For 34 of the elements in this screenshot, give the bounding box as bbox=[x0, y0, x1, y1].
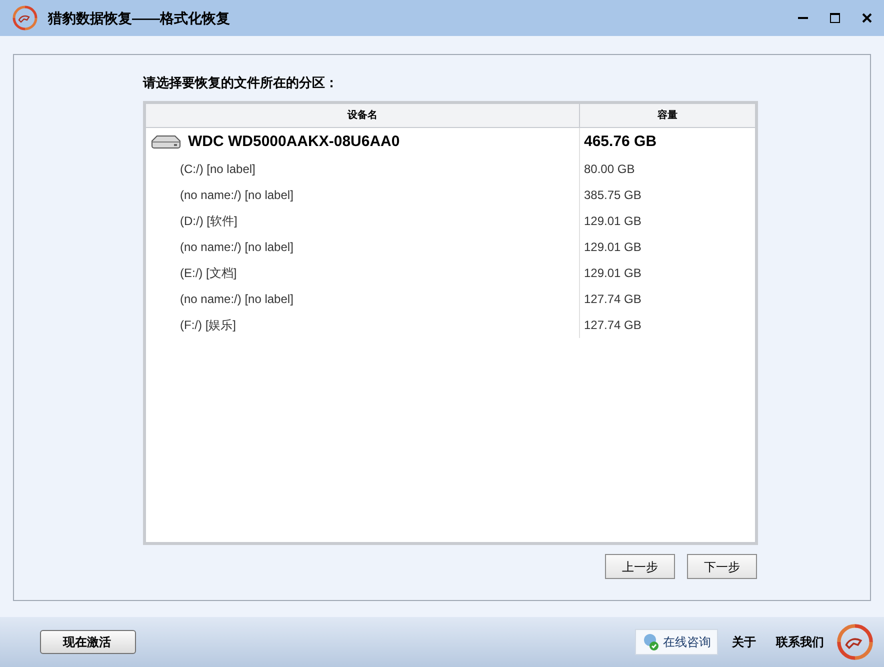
window-title: 猎豹数据恢复——格式化恢复 bbox=[48, 8, 230, 28]
partition-name[interactable]: (C:/) [no label] bbox=[180, 160, 256, 178]
partition-name[interactable]: (no name:/) [no label] bbox=[180, 290, 294, 308]
capacity-cell-text: 80.00 GB bbox=[584, 161, 635, 178]
close-button[interactable] bbox=[860, 11, 874, 25]
capacity-cell-text: 127.74 GB bbox=[584, 317, 642, 334]
next-button[interactable]: 下一步 bbox=[687, 554, 757, 579]
online-consult-button[interactable]: 在线咨询 bbox=[635, 629, 718, 655]
maximize-button[interactable] bbox=[828, 11, 842, 25]
capacity-cell-text: 129.01 GB bbox=[584, 239, 642, 256]
partition-name[interactable]: (no name:/) [no label] bbox=[180, 186, 294, 204]
about-link[interactable]: 关于 bbox=[732, 633, 756, 651]
capacity-cell-text: 127.74 GB bbox=[584, 291, 642, 308]
partition-name[interactable]: (F:/) [娱乐] bbox=[180, 316, 236, 334]
partition-name[interactable]: (no name:/) [no label] bbox=[180, 238, 294, 256]
maximize-icon bbox=[830, 13, 840, 23]
partition-name[interactable]: (D:/) [软件] bbox=[180, 212, 238, 230]
hard-drive-icon bbox=[150, 134, 182, 150]
device-name[interactable]: WDC WD5000AAKX-08U6AA0 bbox=[188, 130, 400, 154]
contact-link[interactable]: 联系我们 bbox=[776, 633, 824, 651]
prompt-label: 请选择要恢复的文件所在的分区： bbox=[143, 74, 339, 92]
logo-icon bbox=[836, 623, 874, 661]
close-icon bbox=[862, 13, 872, 23]
column-header[interactable]: 设备名 bbox=[146, 104, 580, 127]
partition-name[interactable]: (E:/) [文档] bbox=[180, 264, 237, 282]
capacity-cell-text: 465.76 GB bbox=[584, 132, 657, 152]
capacity-cell-text: 385.75 GB bbox=[584, 187, 642, 204]
minimize-icon bbox=[798, 17, 808, 19]
capacity-cell-text: 129.01 GB bbox=[584, 213, 642, 230]
logo-icon bbox=[12, 5, 38, 31]
activate-button[interactable]: 现在激活 bbox=[40, 630, 136, 654]
capacity-cell-text: 129.01 GB bbox=[584, 265, 642, 282]
back-button[interactable]: 上一步 bbox=[605, 554, 675, 579]
column-header[interactable]: 容量 bbox=[580, 104, 755, 127]
